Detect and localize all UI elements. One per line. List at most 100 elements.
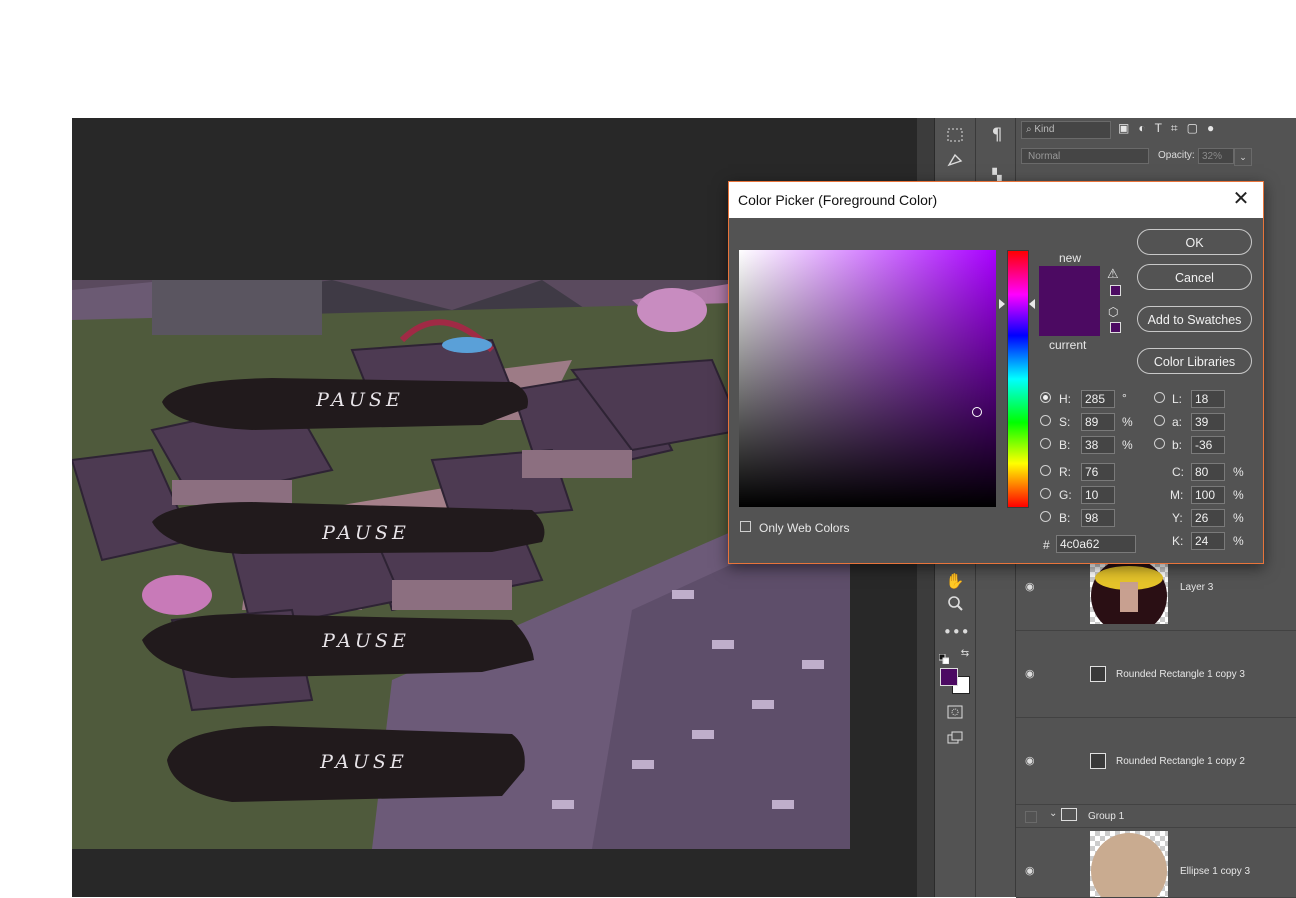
default-colors-icon[interactable] (938, 648, 950, 665)
foreground-color-swatch[interactable] (940, 668, 958, 686)
color-libraries-button[interactable]: Color Libraries (1137, 348, 1252, 374)
a-label: a: (1172, 415, 1183, 429)
brightness-field[interactable]: 38 (1081, 436, 1115, 454)
l-label: L: (1172, 392, 1183, 406)
opacity-value: 32% (1202, 151, 1223, 162)
hue-field[interactable]: 285 (1081, 390, 1115, 408)
marquee-icon[interactable] (943, 126, 967, 148)
layer-name: Layer 3 (1180, 582, 1214, 593)
paragraph-icon[interactable]: ¶ (985, 124, 1009, 146)
pause-label-4: PAUSE (320, 751, 408, 773)
magenta-field[interactable]: 100 (1191, 486, 1225, 504)
radio-red[interactable] (1040, 465, 1051, 476)
k-label: K: (1172, 534, 1184, 548)
b-label: B: (1059, 438, 1071, 452)
layer-name: Rounded Rectangle 1 copy 2 (1116, 756, 1245, 767)
web-safe-color-box[interactable] (1110, 322, 1121, 333)
screen-mode-icon[interactable] (943, 729, 967, 751)
color-field-marker[interactable] (972, 407, 982, 417)
r-label: R: (1059, 465, 1071, 479)
shape-layer-icon (1090, 666, 1106, 682)
visibility-empty-box[interactable] (1025, 811, 1037, 823)
cyan-field[interactable]: 80 (1191, 463, 1225, 481)
hue-slider[interactable] (1007, 250, 1029, 508)
opacity-input[interactable]: 32% (1198, 148, 1234, 164)
gamut-color-box[interactable] (1110, 285, 1121, 296)
blue-field[interactable]: 98 (1081, 509, 1115, 527)
pause-label-3: PAUSE (322, 630, 410, 652)
pause-label-2: PAUSE (322, 522, 410, 544)
blend-mode-select[interactable]: Normal (1021, 148, 1149, 164)
layer-filter-kind[interactable]: ⌕ Kind (1021, 121, 1111, 139)
y-unit: % (1233, 511, 1244, 525)
radio-lightness[interactable] (1154, 392, 1165, 403)
lab-b-field[interactable]: -36 (1191, 436, 1225, 454)
only-web-colors-checkbox[interactable] (740, 521, 751, 532)
radio-saturation[interactable] (1040, 415, 1051, 426)
zoom-icon[interactable] (943, 595, 967, 617)
h-unit: ° (1122, 391, 1127, 405)
layer-row-rounded-rect-copy3[interactable]: ◉ Rounded Rectangle 1 copy 3 (1016, 631, 1296, 718)
add-to-swatches-button[interactable]: Add to Swatches (1137, 306, 1252, 332)
layer-name: Rounded Rectangle 1 copy 3 (1116, 669, 1245, 680)
visibility-eye-icon[interactable]: ◉ (1025, 669, 1039, 680)
visibility-eye-icon[interactable]: ◉ (1025, 582, 1039, 593)
radio-lab-a[interactable] (1154, 415, 1165, 426)
current-color-label: current (1049, 338, 1087, 352)
opacity-label: Opacity: (1158, 150, 1195, 161)
hand-icon[interactable]: ✋ (943, 570, 967, 592)
s-unit: % (1122, 415, 1133, 429)
c-unit: % (1233, 465, 1244, 479)
k-unit: % (1233, 534, 1244, 548)
chevron-down-icon[interactable]: ⌄ (1049, 808, 1057, 819)
layer-name: Ellipse 1 copy 3 (1180, 866, 1251, 877)
lab-b-label: b: (1172, 438, 1183, 452)
blend-mode-value: Normal (1028, 151, 1061, 162)
radio-blue[interactable] (1040, 511, 1051, 522)
opacity-dropdown[interactable]: ⌄ (1234, 148, 1252, 166)
radio-hue[interactable] (1040, 392, 1051, 403)
dialog-titlebar[interactable]: Color Picker (Foreground Color) ✕ (729, 182, 1263, 218)
visibility-eye-icon[interactable]: ◉ (1025, 756, 1039, 767)
b-unit: % (1122, 438, 1133, 452)
more-tools-icon[interactable]: ••• (943, 621, 970, 643)
layer-thumbnail (1090, 831, 1168, 897)
hex-field[interactable]: 4c0a62 (1056, 535, 1136, 553)
radio-lab-b[interactable] (1154, 438, 1165, 449)
saturation-brightness-field[interactable] (739, 250, 996, 507)
black-field[interactable]: 24 (1191, 532, 1225, 550)
filter-kind-label: Kind (1034, 124, 1055, 135)
new-color-label: new (1059, 251, 1082, 265)
close-icon[interactable]: ✕ (1231, 188, 1251, 210)
hue-slider-left-arrow[interactable] (999, 299, 1005, 309)
lasso-icon[interactable] (943, 153, 967, 175)
m-label: M: (1170, 488, 1184, 502)
filter-icons[interactable]: ▣◐T⌗▢● (1118, 121, 1258, 137)
swap-colors-icon[interactable]: ⇆ (959, 648, 971, 660)
ok-button[interactable]: OK (1137, 229, 1252, 255)
lab-a-field[interactable]: 39 (1191, 413, 1225, 431)
dialog-title: Color Picker (Foreground Color) (738, 192, 938, 208)
red-field[interactable]: 76 (1081, 463, 1115, 481)
layer-name: Group 1 (1088, 811, 1125, 822)
radio-green[interactable] (1040, 488, 1051, 499)
saturation-field[interactable]: 89 (1081, 413, 1115, 431)
cancel-button[interactable]: Cancel (1137, 264, 1252, 290)
current-color-swatch[interactable] (1039, 301, 1100, 336)
lab-l-field[interactable]: 18 (1191, 390, 1225, 408)
g-label: G: (1059, 488, 1072, 502)
radio-brightness[interactable] (1040, 438, 1051, 449)
web-safe-cube-icon[interactable]: ⬡ (1108, 305, 1118, 319)
yellow-field[interactable]: 26 (1191, 509, 1225, 527)
green-field[interactable]: 10 (1081, 486, 1115, 504)
hex-label: # (1043, 538, 1050, 552)
layer-row-ellipse-copy3[interactable]: ◉ Ellipse 1 copy 3 (1016, 828, 1296, 898)
gamut-warning-icon[interactable]: ⚠ (1107, 266, 1119, 282)
s-label: S: (1059, 415, 1071, 429)
visibility-eye-icon[interactable]: ◉ (1025, 866, 1039, 877)
layer-row-rounded-rect-copy2[interactable]: ◉ Rounded Rectangle 1 copy 2 (1016, 718, 1296, 805)
hue-slider-right-arrow[interactable] (1029, 299, 1035, 309)
quick-mask-icon[interactable] (943, 703, 967, 725)
layer-row-group1[interactable]: ⌄ Group 1 (1016, 805, 1296, 828)
blue-label: B: (1059, 511, 1071, 525)
